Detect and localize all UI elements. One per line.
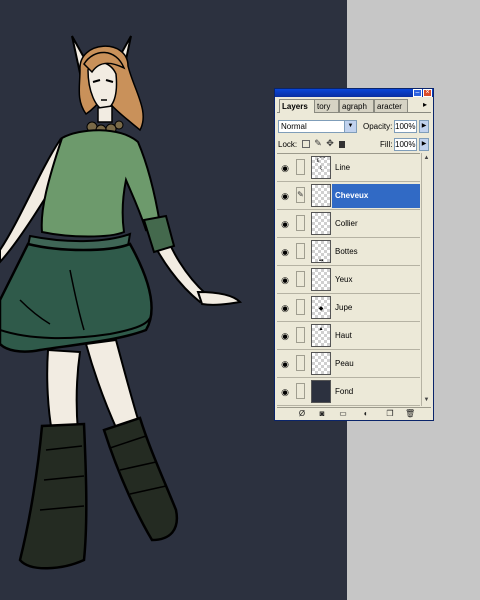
layer-list-scrollbar[interactable]: ▲ ▼ xyxy=(421,153,431,406)
layer-row-peau[interactable]: ◉ Peau xyxy=(277,350,420,378)
lock-label: Lock: xyxy=(278,140,298,149)
move-icon[interactable]: ✥ xyxy=(326,139,334,148)
link-toggle[interactable] xyxy=(296,327,305,343)
eye-icon[interactable]: ◉ xyxy=(279,219,291,229)
chevron-up-icon[interactable]: ▲ xyxy=(422,154,431,163)
layer-thumbnail: ε⌒ ⌇ xyxy=(311,156,331,179)
blend-mode-value: Normal xyxy=(281,122,307,131)
eye-icon[interactable]: ◉ xyxy=(279,247,291,257)
opacity-slider-button[interactable]: ▶ xyxy=(419,120,429,133)
layer-name[interactable]: Haut xyxy=(332,324,420,348)
adjustment-layer-icon[interactable]: ◐ xyxy=(361,409,371,419)
layer-row-fond[interactable]: ◉ Fond xyxy=(277,378,420,406)
fill-slider-button[interactable]: ▶ xyxy=(419,138,429,151)
layer-row-bottes[interactable]: ◉ ▪▪ Bottes xyxy=(277,238,420,266)
layer-name[interactable]: Yeux xyxy=(332,268,420,292)
link-toggle[interactable] xyxy=(296,159,305,175)
link-toggle[interactable] xyxy=(296,215,305,231)
eye-icon[interactable]: ◉ xyxy=(279,331,291,341)
blend-mode-select[interactable]: Normal ▼ xyxy=(278,120,357,133)
chevron-down-icon[interactable]: ▼ xyxy=(422,396,431,405)
layer-name[interactable]: Fond xyxy=(332,380,420,404)
layer-name[interactable]: Cheveux xyxy=(332,184,420,208)
brush-icon[interactable]: ✎ xyxy=(314,139,322,148)
layer-thumbnail xyxy=(311,380,331,403)
layer-row-jupe[interactable]: ◉ ◆ Jupe xyxy=(277,294,420,322)
opacity-label: Opacity: xyxy=(363,122,393,131)
layers-palette[interactable]: – × Layers tory agraph aracter ▸ Normal … xyxy=(274,88,434,421)
layer-row-line[interactable]: ◉ ε⌒ ⌇ Line xyxy=(277,154,420,182)
layer-thumbnail xyxy=(311,212,331,235)
tab-history[interactable]: tory xyxy=(314,99,339,112)
layer-row-yeux[interactable]: ◉ Yeux xyxy=(277,266,420,294)
blend-row: Normal ▼ Opacity: 100% ▶ xyxy=(278,120,430,134)
palette-titlebar[interactable]: – × xyxy=(275,89,433,97)
new-layer-icon[interactable]: ❐ xyxy=(385,409,395,419)
layer-row-haut[interactable]: ◉ ▴ Haut xyxy=(277,322,420,350)
lock-all-icon[interactable] xyxy=(339,141,345,148)
fill-input[interactable]: 100% xyxy=(394,138,417,151)
link-toggle[interactable] xyxy=(296,383,305,399)
eye-icon[interactable]: ◉ xyxy=(279,191,291,201)
layer-thumbnail: ◆ xyxy=(311,296,331,319)
layer-name[interactable]: Bottes xyxy=(332,240,420,264)
link-toggle[interactable] xyxy=(296,355,305,371)
tab-character[interactable]: aracter xyxy=(374,99,408,112)
palette-bottom-bar: Ø ◙ ▭ ◐ ❐ 🗑 xyxy=(277,407,431,420)
layer-name[interactable]: Peau xyxy=(332,352,420,376)
layer-name[interactable]: Collier xyxy=(332,212,420,236)
eye-icon[interactable]: ◉ xyxy=(279,387,291,397)
eye-icon[interactable]: ◉ xyxy=(279,303,291,313)
layer-row-collier[interactable]: ◉ Collier xyxy=(277,210,420,238)
layer-thumbnail xyxy=(311,184,331,207)
tab-paragraph[interactable]: agraph xyxy=(339,99,374,112)
close-icon[interactable]: × xyxy=(423,89,432,97)
layer-list[interactable]: ◉ ε⌒ ⌇ Line ◉ ✎ Cheveux ◉ Collier ◉ ▪▪ Bo… xyxy=(277,153,420,407)
eye-icon[interactable]: ◉ xyxy=(279,359,291,369)
minimize-icon[interactable]: – xyxy=(413,89,422,97)
palette-tabs: Layers tory agraph aracter ▸ xyxy=(277,98,431,113)
layer-thumbnail: ▴ xyxy=(311,324,331,347)
link-toggle[interactable] xyxy=(296,299,305,315)
layer-thumbnail xyxy=(311,268,331,291)
eye-icon[interactable]: ◉ xyxy=(279,275,291,285)
triangle-right-icon[interactable]: ▸ xyxy=(420,100,430,110)
lock-row: Lock: ✎ ✥ Fill: 100% ▶ xyxy=(278,138,430,152)
link-toggle[interactable] xyxy=(296,271,305,287)
layer-mask-icon[interactable]: ◙ xyxy=(317,409,327,419)
layer-thumbnail: ▪▪ xyxy=(311,240,331,263)
opacity-input[interactable]: 100% xyxy=(394,120,417,133)
link-toggle[interactable] xyxy=(296,243,305,259)
layer-name[interactable]: Line xyxy=(332,156,420,180)
lock-transparency-icon[interactable] xyxy=(302,140,310,148)
brush-icon[interactable]: ✎ xyxy=(296,187,305,203)
tab-layers[interactable]: Layers xyxy=(279,99,315,113)
eye-icon[interactable]: ◉ xyxy=(279,163,291,173)
layer-name[interactable]: Jupe xyxy=(332,296,420,320)
new-set-icon[interactable]: ▭ xyxy=(338,409,348,419)
layer-row-cheveux[interactable]: ◉ ✎ Cheveux xyxy=(277,182,420,210)
layer-style-icon[interactable]: Ø xyxy=(297,409,307,419)
chevron-down-icon[interactable]: ▼ xyxy=(344,121,356,132)
fill-label: Fill: xyxy=(380,140,393,149)
layer-thumbnail xyxy=(311,352,331,375)
trash-icon[interactable]: 🗑 xyxy=(405,409,415,419)
